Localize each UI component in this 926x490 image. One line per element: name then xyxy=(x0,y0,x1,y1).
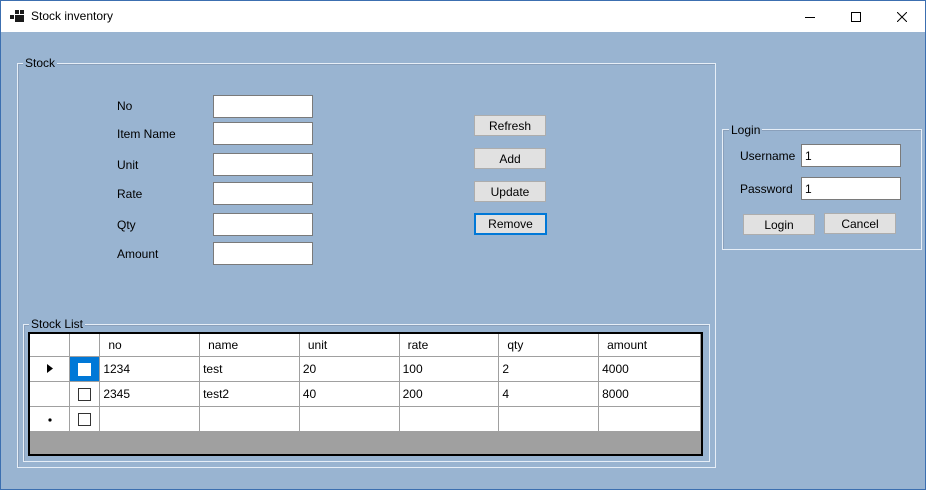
cell-unit[interactable]: 20 xyxy=(299,356,400,382)
table-header-row: no name unit rate qty amount xyxy=(30,334,701,357)
unit-label: Unit xyxy=(117,158,139,172)
current-row-arrow-icon xyxy=(46,363,53,373)
cancel-button[interactable]: Cancel xyxy=(824,213,896,234)
cell-qty[interactable]: 4 xyxy=(498,381,600,407)
cell-rate[interactable]: 200 xyxy=(399,381,500,407)
row-checkbox-cell[interactable] xyxy=(69,356,101,382)
row-header[interactable] xyxy=(30,356,71,382)
no-field[interactable] xyxy=(213,95,313,118)
new-row-asterisk-icon xyxy=(48,417,52,422)
stock-data-grid[interactable]: no name unit rate qty amount 1234 test 2… xyxy=(28,332,703,456)
amount-label: Amount xyxy=(117,247,159,261)
cell-unit[interactable]: 40 xyxy=(299,381,400,407)
cell-amount[interactable] xyxy=(598,406,701,432)
cell-rate[interactable] xyxy=(399,406,500,432)
app-window: Stock inventory Stock No Item Name Unit … xyxy=(0,0,926,490)
column-header-no[interactable]: no xyxy=(99,334,201,357)
row-header[interactable] xyxy=(30,381,71,407)
column-header-name[interactable]: name xyxy=(199,334,300,357)
stock-list-legend: Stock List xyxy=(29,317,86,331)
table-row-new[interactable] xyxy=(30,406,701,432)
maximize-icon xyxy=(851,11,861,22)
no-label: No xyxy=(117,99,133,113)
username-field[interactable] xyxy=(801,144,901,167)
row-header-corner[interactable] xyxy=(30,334,71,357)
login-button[interactable]: Login xyxy=(743,214,815,235)
cell-qty[interactable] xyxy=(498,406,600,432)
row-checkbox[interactable] xyxy=(78,387,92,401)
refresh-button[interactable]: Refresh xyxy=(474,115,546,136)
row-checkbox[interactable] xyxy=(78,362,92,376)
username-label: Username xyxy=(740,149,796,163)
app-icon xyxy=(10,10,24,22)
add-button[interactable]: Add xyxy=(474,148,546,169)
rate-label: Rate xyxy=(117,187,143,201)
cell-name[interactable] xyxy=(199,406,300,432)
table-row[interactable]: 2345 test2 40 200 4 8000 xyxy=(30,381,701,407)
stock-group-legend: Stock xyxy=(23,56,58,70)
qty-label: Qty xyxy=(117,218,136,232)
maximize-button[interactable] xyxy=(833,1,879,32)
window-title: Stock inventory xyxy=(31,9,114,23)
table-row[interactable]: 1234 test 20 100 2 4000 xyxy=(30,356,701,382)
cell-amount[interactable]: 8000 xyxy=(598,381,701,407)
column-header-rate[interactable]: rate xyxy=(399,334,500,357)
cell-qty[interactable]: 2 xyxy=(498,356,600,382)
minimize-button[interactable] xyxy=(787,1,833,32)
cell-name[interactable]: test xyxy=(199,356,300,382)
row-checkbox-cell[interactable] xyxy=(69,406,101,432)
cell-no[interactable]: 1234 xyxy=(99,356,201,382)
password-field[interactable] xyxy=(801,177,901,200)
cell-name[interactable]: test2 xyxy=(199,381,300,407)
remove-button[interactable]: Remove xyxy=(474,213,547,235)
cell-no[interactable]: 2345 xyxy=(99,381,201,407)
checkbox-column-header[interactable] xyxy=(69,334,101,357)
client-area: Stock No Item Name Unit Rate Qty Amount … xyxy=(1,32,925,490)
column-header-qty[interactable]: qty xyxy=(498,334,600,357)
login-group-legend: Login xyxy=(729,123,763,137)
unit-field[interactable] xyxy=(213,153,313,176)
cell-no[interactable] xyxy=(99,406,201,432)
cell-amount[interactable]: 4000 xyxy=(598,356,701,382)
item-name-label: Item Name xyxy=(117,127,176,141)
close-icon xyxy=(897,11,907,22)
item-name-field[interactable] xyxy=(213,122,313,145)
row-header[interactable] xyxy=(30,406,71,432)
column-header-amount[interactable]: amount xyxy=(598,334,701,357)
qty-field[interactable] xyxy=(213,213,313,236)
column-header-unit[interactable]: unit xyxy=(299,334,400,357)
minimize-icon xyxy=(805,16,815,18)
cell-rate[interactable]: 100 xyxy=(399,356,500,382)
title-bar[interactable]: Stock inventory xyxy=(1,1,925,32)
password-label: Password xyxy=(740,182,793,196)
row-checkbox[interactable] xyxy=(78,412,92,426)
amount-field[interactable] xyxy=(213,242,313,265)
stock-table: no name unit rate qty amount 1234 test 2… xyxy=(30,334,701,432)
update-button[interactable]: Update xyxy=(474,181,546,202)
cell-unit[interactable] xyxy=(299,406,400,432)
rate-field[interactable] xyxy=(213,182,313,205)
close-button[interactable] xyxy=(879,1,925,32)
row-checkbox-cell[interactable] xyxy=(69,381,101,407)
